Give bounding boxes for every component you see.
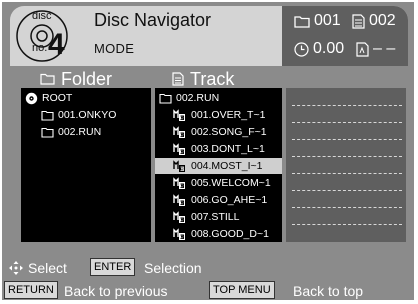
track-item-label: 006.GO_AHE~1 bbox=[191, 194, 268, 206]
select-label: Select bbox=[28, 260, 67, 276]
mp3-track-icon bbox=[173, 193, 185, 206]
clock-icon bbox=[294, 41, 309, 57]
mp3-track-icon bbox=[173, 108, 185, 121]
top-menu-key[interactable]: TOP MENU bbox=[209, 281, 275, 299]
header: disc no. 4 Disc Navigator MODE 001 002 0… bbox=[10, 6, 408, 66]
disc-root-icon bbox=[25, 92, 38, 104]
top-menu-action-label: Back to top bbox=[293, 283, 364, 299]
folder-item[interactable]: 002.RUN bbox=[41, 124, 149, 140]
info-divider bbox=[292, 122, 402, 123]
track-item-label: 007.STILL bbox=[191, 211, 240, 223]
folder-count-stat: 001 bbox=[294, 12, 341, 30]
mp3-track-icon bbox=[173, 125, 185, 138]
folder-root[interactable]: ROOT bbox=[25, 90, 149, 106]
mp3-track-icon bbox=[173, 142, 185, 155]
mp3-track-icon bbox=[173, 176, 185, 189]
folder-icon bbox=[41, 110, 54, 121]
track-column-label: Track bbox=[190, 68, 235, 89]
info-divider bbox=[292, 173, 402, 174]
track-item-label: 003.DONT_L~1 bbox=[191, 143, 265, 155]
folder-column-label: Folder bbox=[61, 68, 113, 89]
mp3-track-icon bbox=[173, 210, 185, 223]
track-item-label: 005.WELCOM~1 bbox=[191, 177, 271, 189]
track-item[interactable]: 007.STILL bbox=[155, 209, 282, 225]
folder-icon bbox=[40, 73, 55, 85]
track-item-selected[interactable]: 004.MOST_I~1 bbox=[155, 158, 282, 174]
enter-key[interactable]: ENTER bbox=[90, 258, 136, 276]
folder-icon bbox=[294, 15, 310, 28]
dpad-icon bbox=[8, 260, 24, 276]
return-action-label: Back to previous bbox=[64, 283, 168, 299]
info-divider bbox=[292, 224, 402, 225]
info-divider bbox=[292, 207, 402, 208]
folder-column-header: Folder bbox=[40, 68, 112, 90]
disc-no-label: no. bbox=[32, 42, 48, 54]
current-folder-label: 002.RUN bbox=[176, 92, 220, 104]
track-count: 002 bbox=[369, 12, 396, 29]
track-item[interactable]: 005.WELCOM~1 bbox=[155, 175, 282, 191]
info-divider bbox=[292, 190, 402, 191]
info-divider bbox=[292, 156, 402, 157]
folder-item-label: 001.ONKYO bbox=[58, 109, 117, 121]
mode-label: MODE bbox=[94, 41, 135, 56]
disc-number: 4 bbox=[48, 28, 65, 61]
track-item-label: 002.SONG_F~1 bbox=[191, 126, 267, 138]
elapsed-time-stat: 0.00 bbox=[294, 40, 344, 58]
info-divider bbox=[292, 105, 402, 106]
folder-icon bbox=[159, 93, 172, 104]
track-item-label: 008.GOOD_D~1 bbox=[191, 228, 269, 240]
current-folder-row: 002.RUN bbox=[159, 90, 280, 106]
disc-navigator-screen: disc no. 4 Disc Navigator MODE 001 002 0… bbox=[2, 2, 414, 300]
track-item[interactable]: 002.SONG_F~1 bbox=[155, 124, 282, 140]
track-file-icon bbox=[352, 13, 365, 29]
return-key[interactable]: RETURN bbox=[4, 281, 58, 299]
folder-list: ROOT 001.ONKYO 002.RUN bbox=[21, 88, 151, 242]
track-item[interactable]: 003.DONT_L~1 bbox=[155, 141, 282, 157]
remaining-stat: – – bbox=[356, 40, 395, 58]
track-item-label: 001.OVER_T~1 bbox=[191, 109, 266, 121]
track-item[interactable]: 006.GO_AHE~1 bbox=[155, 192, 282, 208]
folder-root-label: ROOT bbox=[42, 92, 73, 104]
status-panel: 001 002 0.00 – – bbox=[282, 6, 408, 66]
file-info-icon bbox=[356, 41, 369, 57]
track-info-panel bbox=[286, 88, 406, 242]
enter-action-label: Selection bbox=[144, 260, 202, 276]
elapsed-time: 0.00 bbox=[313, 40, 345, 57]
info-divider bbox=[292, 139, 402, 140]
page-title: Disc Navigator bbox=[94, 10, 212, 30]
disc-logo-text: disc bbox=[32, 10, 52, 22]
folder-count: 001 bbox=[314, 12, 341, 29]
mp3-track-icon bbox=[173, 159, 185, 172]
folder-item-label: 002.RUN bbox=[58, 126, 102, 138]
track-item[interactable]: 008.GOOD_D~1 bbox=[155, 226, 282, 242]
remaining-value: – – bbox=[373, 40, 396, 57]
mp3-track-icon bbox=[173, 227, 185, 240]
track-count-stat: 002 bbox=[352, 12, 396, 30]
track-item[interactable]: 001.OVER_T~1 bbox=[155, 107, 282, 123]
track-item-label: 004.MOST_I~1 bbox=[191, 160, 263, 172]
folder-item[interactable]: 001.ONKYO bbox=[41, 107, 149, 123]
track-column-header: Track bbox=[172, 68, 234, 90]
folder-icon bbox=[41, 127, 54, 138]
track-file-icon bbox=[172, 72, 184, 86]
track-list: 002.RUN 001.OVER_T~1 002.SONG_F~1 003.DONT… bbox=[155, 88, 282, 242]
